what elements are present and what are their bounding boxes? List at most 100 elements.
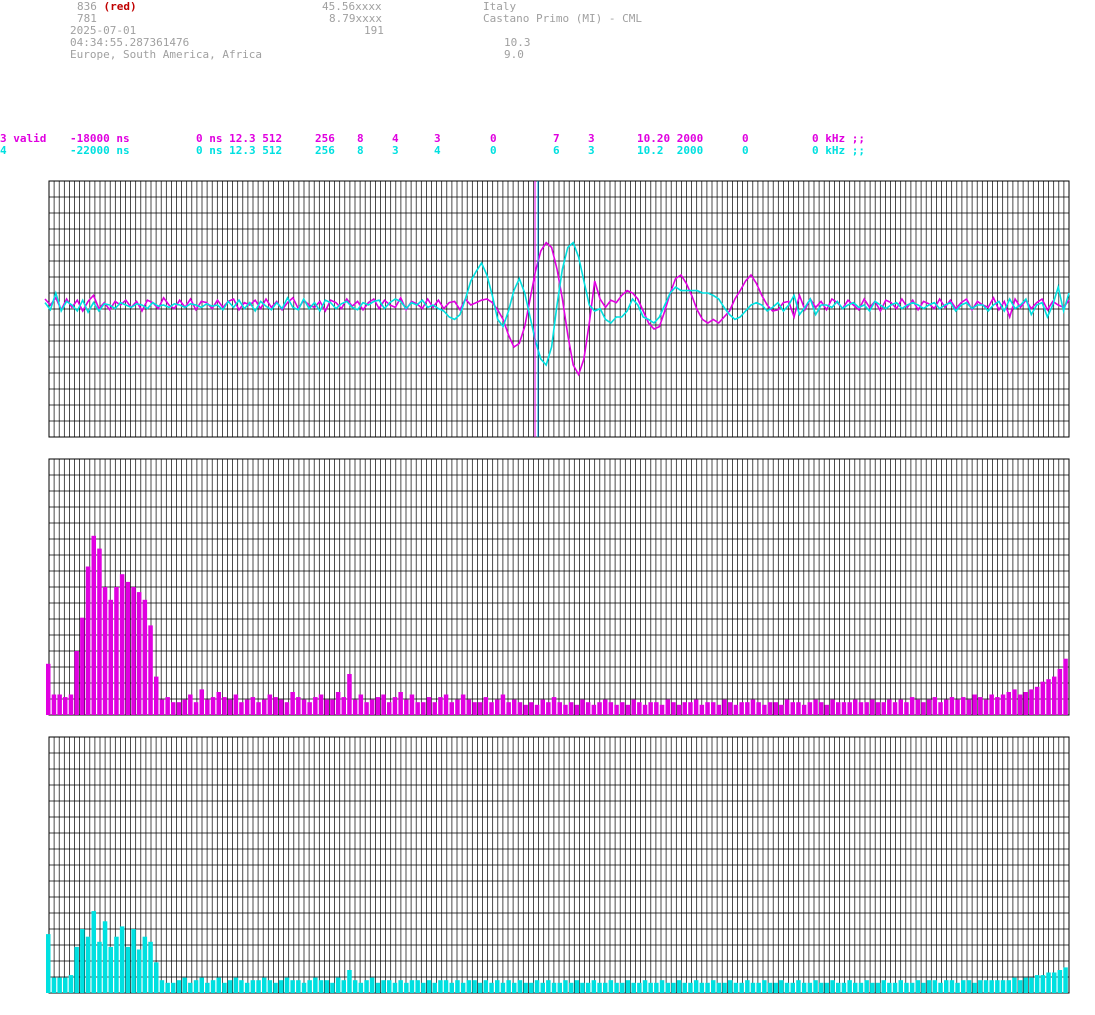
spectrum-bar — [603, 699, 608, 715]
spectrum-bar — [432, 982, 437, 993]
spectrum-bar — [68, 975, 74, 993]
spectrum-bar — [290, 692, 295, 715]
spectrum-bar — [1063, 658, 1068, 715]
spectrum-bar — [699, 982, 705, 993]
spectrum-bar — [921, 982, 926, 993]
spectrum-bar — [63, 977, 68, 993]
spectrum-bar — [915, 699, 921, 715]
spectrum-bar — [898, 980, 903, 993]
spectrum-bar — [91, 535, 96, 715]
spectrum-bar — [733, 982, 739, 993]
spectrum-bar — [955, 699, 960, 715]
spectrum-bar — [324, 980, 329, 993]
spectrum-bar — [620, 702, 625, 715]
spectrum-bar — [97, 548, 102, 715]
spectrum-bar — [387, 702, 392, 715]
spectrum-bar — [614, 982, 619, 993]
spectrum-bar — [193, 702, 199, 715]
spectrum-bar — [324, 699, 329, 715]
spectrum-bar — [716, 704, 722, 715]
spectrum-bar — [341, 697, 346, 715]
spectrum-bar — [364, 702, 369, 715]
spectrum-panel-b-grid — [48, 736, 1069, 994]
spectrum-bar — [978, 980, 983, 993]
spectrum-bar — [227, 980, 233, 993]
spectrum-bar — [904, 982, 909, 993]
spectrum-bar — [796, 702, 801, 715]
spectrum-bar — [472, 702, 477, 715]
spectrum-bar — [784, 699, 790, 715]
spectrum-bar — [483, 697, 489, 715]
spectrum-bar — [506, 702, 511, 715]
spectrum-bar — [932, 697, 938, 715]
spectrum-bar — [563, 980, 568, 993]
spectrum-bar — [1046, 679, 1051, 715]
spectrum-bar — [824, 982, 830, 993]
spectrum-bar — [57, 977, 62, 993]
spectrum-bar — [909, 982, 915, 993]
spectrum-bar — [557, 982, 562, 993]
spectrum-bar — [97, 941, 102, 993]
spectrum-bar — [131, 587, 136, 715]
spectrum-bar — [699, 704, 705, 715]
spectrum-bar — [267, 980, 273, 993]
spectrum-bar — [705, 702, 710, 715]
spectrum-bar — [1034, 975, 1040, 993]
spectrum-bar — [693, 980, 699, 993]
spectrum-bar — [853, 699, 858, 715]
spectrum-bar — [392, 697, 398, 715]
spectrum-bar — [938, 702, 943, 715]
spectrum-bar — [148, 625, 153, 715]
spectrum-bar — [801, 704, 807, 715]
spectrum-bar — [284, 702, 290, 715]
spectrum-bar — [983, 980, 989, 993]
spectrum-bar — [722, 699, 727, 715]
spectrum-bar — [91, 911, 96, 993]
spectrum-bar — [847, 980, 852, 993]
spectrum-bar — [1040, 975, 1046, 993]
spectrum-bar — [750, 982, 756, 993]
spectrum-bar — [921, 702, 926, 715]
spectrum-bar — [63, 697, 68, 715]
spectrum-bar — [603, 982, 608, 993]
spectrum-bar — [455, 699, 460, 715]
spectrum-bar — [222, 697, 227, 715]
spectrum-bar — [381, 694, 386, 715]
spectrum-bar — [398, 692, 403, 715]
spectrum-bar — [529, 982, 534, 993]
spectrum-bar — [125, 946, 131, 993]
spectrum-bar — [961, 980, 966, 993]
spectrum-bar — [818, 702, 824, 715]
spectrum-bar — [46, 663, 51, 715]
spectrum-bar — [756, 982, 761, 993]
spectrum-bar — [352, 980, 358, 993]
spectrum-bar — [296, 697, 301, 715]
spectrum-bar — [51, 977, 57, 993]
spectrum-bar — [654, 982, 659, 993]
spectrum-bar — [256, 980, 261, 993]
spectrum-bar — [210, 697, 216, 715]
spectrum-bar — [1006, 980, 1011, 993]
spectrum-bar — [767, 982, 773, 993]
spectrum-bar — [347, 674, 352, 715]
spectrum-bar — [568, 702, 574, 715]
spectrum-bar — [574, 704, 580, 715]
spectrum-bar — [597, 982, 602, 993]
spectrum-bar — [591, 704, 597, 715]
spectrum-bar — [955, 982, 960, 993]
spectrum-bar — [421, 982, 426, 993]
spectrum-bar — [745, 702, 750, 715]
spectrum-bar — [682, 982, 687, 993]
spectrum-bar — [551, 982, 557, 993]
spectrum-bar — [466, 980, 472, 993]
spectrum-bar — [335, 977, 341, 993]
spectrum-bar — [171, 982, 176, 993]
spectrum-bar — [1017, 694, 1023, 715]
spectrum-bar — [796, 980, 801, 993]
spectrum-bar — [961, 697, 966, 715]
spectrum-bar — [881, 980, 886, 993]
spectrum-bar — [495, 980, 500, 993]
spectrum-bar — [631, 982, 636, 993]
spectrum-bar — [358, 694, 364, 715]
spectrum-bar — [801, 982, 807, 993]
